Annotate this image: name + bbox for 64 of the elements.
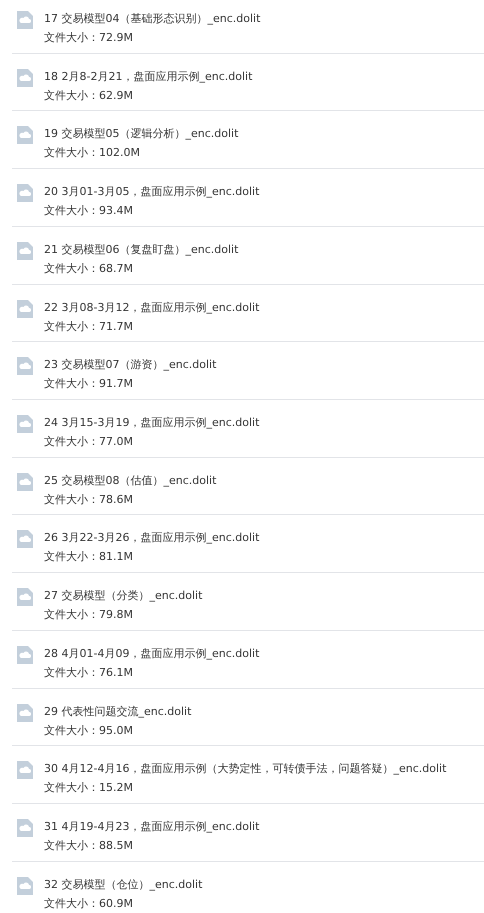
file-icon bbox=[17, 530, 33, 548]
file-name: 20 3月01-3月05，盘面应用示例_enc.dolit bbox=[44, 184, 260, 200]
file-row[interactable]: 24 3月15-3月19，盘面应用示例_enc.dolit 文件大小：77.0M bbox=[12, 400, 484, 458]
file-size: 文件大小：68.7M bbox=[44, 260, 134, 277]
file-size: 文件大小：95.0M bbox=[44, 722, 134, 739]
file-name: 26 3月22-3月26，盘面应用示例_enc.dolit bbox=[44, 530, 260, 546]
file-row[interactable]: 29 代表性问题交流_enc.dolit 文件大小：95.0M bbox=[12, 688, 484, 746]
file-row[interactable]: 25 交易模型08（估值）_enc.dolit 文件大小：78.6M bbox=[12, 458, 484, 516]
file-row[interactable]: 27 交易模型（分类）_enc.dolit 文件大小：79.8M bbox=[12, 573, 484, 631]
file-size: 文件大小：71.7M bbox=[44, 318, 134, 335]
file-size: 文件大小：60.9M bbox=[44, 896, 134, 912]
file-size: 文件大小：102.0M bbox=[44, 145, 141, 162]
file-name: 23 交易模型07（游资）_enc.dolit bbox=[44, 357, 216, 374]
file-size: 文件大小：62.9M bbox=[44, 88, 134, 104]
file-icon bbox=[17, 646, 33, 664]
file-size: 文件大小：72.9M bbox=[44, 30, 134, 46]
file-size: 文件大小：91.7M bbox=[44, 376, 134, 392]
file-icon bbox=[17, 819, 33, 838]
file-name: 19 交易模型05（逻辑分析）_enc.dolit bbox=[44, 126, 238, 142]
file-size: 文件大小：88.5M bbox=[44, 838, 134, 854]
file-row[interactable]: 17 交易模型04（基础形态识别）_enc.dolit 文件大小：72.9M bbox=[12, 0, 484, 54]
file-icon bbox=[17, 11, 33, 29]
file-name: 28 4月01-4月09，盘面应用示例_enc.dolit bbox=[44, 646, 260, 662]
file-row[interactable]: 20 3月01-3月05，盘面应用示例_enc.dolit 文件大小：93.4M bbox=[12, 169, 484, 227]
file-size: 文件大小：77.0M bbox=[44, 434, 134, 450]
file-size: 文件大小：93.4M bbox=[44, 203, 134, 220]
file-icon bbox=[17, 876, 33, 895]
file-icon bbox=[17, 588, 33, 606]
file-name: 17 交易模型04（基础形态识别）_enc.dolit bbox=[44, 11, 260, 27]
file-name: 18 2月8-2月21，盘面应用示例_enc.dolit bbox=[44, 68, 252, 85]
file-name: 29 代表性问题交流_enc.dolit bbox=[44, 704, 192, 720]
file-row[interactable]: 19 交易模型05（逻辑分析）_enc.dolit 文件大小：102.0M bbox=[12, 111, 484, 170]
file-row[interactable]: 30 4月12-4月16，盘面应用示例（大势定性，可转债手法，问题答疑）_enc.dolit 文件大小：15.2M bbox=[12, 746, 484, 804]
file-icon bbox=[17, 704, 33, 722]
file-size: 文件大小：78.6M bbox=[44, 492, 134, 508]
file-icon bbox=[17, 68, 33, 87]
file-row[interactable]: 23 交易模型07（游资）_enc.dolit 文件大小：91.7M bbox=[12, 342, 484, 400]
file-row[interactable]: 18 2月8-2月21，盘面应用示例_enc.dolit 文件大小：62.9M bbox=[12, 54, 484, 112]
file-name: 30 4月12-4月16，盘面应用示例（大势定性，可转债手法，问题答疑）_enc.dolit bbox=[44, 761, 446, 778]
file-row[interactable]: 28 4月01-4月09，盘面应用示例_enc.dolit 文件大小：76.1M bbox=[12, 630, 484, 689]
file-name: 24 3月15-3月19，盘面应用示例_enc.dolit bbox=[44, 415, 260, 432]
file-icon bbox=[17, 300, 33, 318]
file-row[interactable]: 22 3月08-3月12，盘面应用示例_enc.dolit 文件大小：71.7M bbox=[12, 284, 484, 342]
file-name: 31 4月19-4月23，盘面应用示例_enc.dolit bbox=[44, 819, 260, 836]
file-icon bbox=[17, 415, 33, 434]
file-name: 22 3月08-3月12，盘面应用示例_enc.dolit bbox=[44, 300, 260, 316]
file-row[interactable]: 31 4月19-4月23，盘面应用示例_enc.dolit 文件大小：88.5M bbox=[12, 804, 484, 862]
file-row[interactable]: 32 交易模型（仓位）_enc.dolit 文件大小：60.9M bbox=[12, 862, 484, 913]
file-icon bbox=[17, 472, 33, 491]
file-size: 文件大小：81.1M bbox=[44, 549, 134, 566]
file-icon bbox=[17, 184, 33, 202]
file-size: 文件大小：15.2M bbox=[44, 780, 134, 796]
file-icon bbox=[17, 761, 33, 780]
file-icon bbox=[17, 357, 33, 376]
file-row[interactable]: 21 交易模型06（复盘盯盘）_enc.dolit 文件大小：68.7M bbox=[12, 226, 484, 285]
file-name: 25 交易模型08（估值）_enc.dolit bbox=[44, 472, 216, 489]
file-icon bbox=[17, 242, 33, 260]
file-name: 27 交易模型（分类）_enc.dolit bbox=[44, 588, 202, 604]
file-name: 32 交易模型（仓位）_enc.dolit bbox=[44, 876, 202, 893]
file-row[interactable]: 26 3月22-3月26，盘面应用示例_enc.dolit 文件大小：81.1M bbox=[12, 515, 484, 574]
file-name: 21 交易模型06（复盘盯盘）_enc.dolit bbox=[44, 242, 238, 258]
file-size: 文件大小：76.1M bbox=[44, 664, 134, 681]
file-size: 文件大小：79.8M bbox=[44, 607, 134, 624]
file-icon bbox=[17, 126, 33, 144]
